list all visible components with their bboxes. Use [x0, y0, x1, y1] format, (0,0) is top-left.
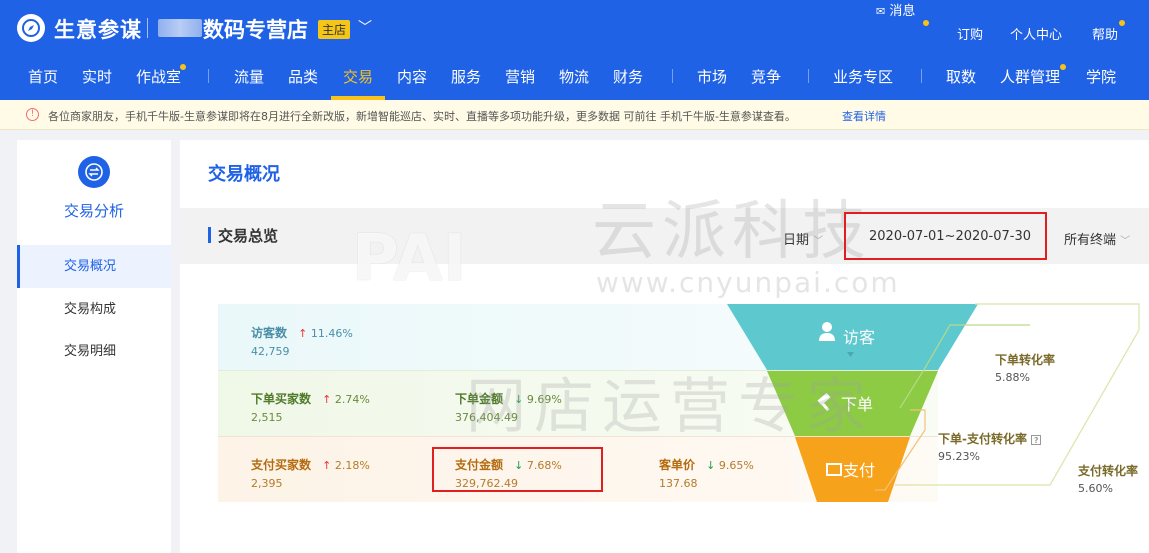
order-pay-conversion-rate: 下单-支付转化率 ? 95.23%	[938, 430, 1042, 463]
help-link[interactable]: 帮助	[1092, 24, 1118, 43]
nav-warroom[interactable]: 作战室	[136, 66, 181, 87]
nav-audience[interactable]: 人群管理	[1000, 66, 1060, 87]
nav-category[interactable]: 品类	[288, 66, 318, 87]
notice-bar: ! 各位商家朋友，手机千牛版-生意参谋即将在8月进行全新改版，新增智能巡店、实时…	[0, 100, 1149, 130]
nav-divider	[672, 69, 673, 83]
date-dropdown[interactable]: 日期 ﹀	[783, 229, 823, 248]
pay-conversion-rate: 支付转化率 5.60%	[1078, 462, 1138, 495]
shop-name-blurred	[158, 19, 202, 37]
nav-divider	[808, 69, 809, 83]
metric-label: 下单买家数	[251, 392, 312, 406]
messages-link[interactable]: ✉ 消息	[876, 0, 915, 19]
metric-pay-buyers[interactable]: 支付买家数 ↑ 2.18% 2,395	[251, 454, 370, 490]
metric-trend: 2.18%	[334, 459, 370, 472]
funnel-label-visit: 访客	[843, 328, 875, 347]
nav-traffic[interactable]: 流量	[234, 66, 264, 87]
metric-trend: 9.69%	[526, 393, 562, 406]
rate-value: 95.23%	[938, 450, 980, 463]
exchange-icon	[78, 156, 110, 188]
metric-order-buyers[interactable]: 下单买家数 ↑ 2.74% 2,515	[251, 388, 370, 424]
warning-icon: !	[26, 108, 39, 121]
nav-home[interactable]: 首页	[28, 66, 58, 87]
rate-value: 5.60%	[1078, 482, 1113, 495]
order-conversion-rate: 下单转化率 5.88%	[995, 351, 1055, 384]
rate-label: 下单-支付转化率	[938, 432, 1027, 446]
nav-content[interactable]: 内容	[397, 66, 427, 87]
arrow-down-icon: ↓	[514, 393, 524, 406]
notification-dot	[180, 64, 186, 70]
terminal-label: 所有终端	[1064, 233, 1117, 248]
metric-label: 客单价	[659, 458, 696, 472]
metric-value: 376,404.49	[455, 411, 518, 424]
section-title: 交易总览	[218, 227, 279, 245]
notification-dot	[1119, 20, 1125, 26]
metric-label: 下单金额	[455, 392, 504, 406]
sidebar-item-details[interactable]: 交易明细	[17, 330, 171, 373]
notice-text: 各位商家朋友，手机千牛版-生意参谋即将在8月进行全新改版，新增智能巡店、实时、直…	[48, 110, 796, 123]
profile-link[interactable]: 个人中心	[1010, 24, 1062, 43]
chevron-down-icon: ﹀	[1120, 236, 1131, 247]
metric-value: 42,759	[251, 345, 290, 358]
compass-icon[interactable]	[17, 14, 45, 42]
date-label: 日期	[783, 233, 810, 248]
nav-data-fetch[interactable]: 取数	[946, 66, 976, 87]
funnel-label-order: 下单	[841, 395, 873, 414]
sidebar-item-composition[interactable]: 交易构成	[17, 288, 171, 331]
rate-value: 5.88%	[995, 371, 1030, 384]
main-panel: 交易概况 交易总览 日期 ﹀ 2020-07-01~2020-07-30 所有终…	[180, 140, 1149, 553]
funnel-label-pay: 支付	[843, 461, 875, 480]
highlight-date-range	[844, 212, 1047, 260]
shop-badge: 主店	[318, 20, 351, 39]
metric-value: 2,515	[251, 411, 283, 424]
nav-logistics[interactable]: 物流	[559, 66, 589, 87]
metric-trend: 11.46%	[310, 327, 353, 340]
metric-order-amount[interactable]: 下单金额 ↓ 9.69% 376,404.49	[455, 388, 562, 424]
nav-finance[interactable]: 财务	[613, 66, 643, 87]
metric-label: 访客数	[251, 326, 288, 340]
sidebar-item-overview[interactable]: 交易概况	[17, 245, 171, 288]
sidebar-title: 交易分析	[63, 202, 124, 220]
nav-divider	[208, 69, 209, 83]
top-bar: 生意参谋 数码专营店 主店 ﹀ ✉ 消息 订购 个人中心 帮助 首页 实时 作战…	[0, 0, 1149, 100]
chevron-down-icon: ﹀	[813, 236, 824, 247]
nav-trade[interactable]: 交易	[343, 66, 373, 87]
subscribe-link[interactable]: 订购	[957, 24, 983, 43]
notice-details-link[interactable]: 查看详情	[842, 108, 886, 124]
arrow-up-icon: ↑	[322, 459, 332, 472]
mail-icon: ✉	[876, 5, 886, 18]
rate-label: 支付转化率	[1078, 464, 1139, 478]
nav-realtime[interactable]: 实时	[82, 66, 112, 87]
nav-academy[interactable]: 学院	[1086, 66, 1116, 87]
messages-label: 消息	[889, 4, 916, 19]
nav-competition[interactable]: 竞争	[751, 66, 781, 87]
section-marker	[208, 227, 211, 243]
chevron-down-icon[interactable]: ﹀	[358, 17, 372, 37]
nav-divider	[921, 69, 922, 83]
divider	[147, 18, 148, 38]
arrow-down-icon: ↓	[706, 459, 716, 472]
arrow-up-icon: ↑	[322, 393, 332, 406]
nav-market[interactable]: 市场	[697, 66, 727, 87]
notification-dot	[923, 20, 929, 26]
terminal-dropdown[interactable]: 所有终端 ﹀	[1064, 229, 1130, 248]
notification-dot	[1060, 64, 1066, 70]
sidebar: 交易分析 交易概况 交易构成 交易明细	[17, 140, 171, 553]
nav-marketing[interactable]: 营销	[505, 66, 535, 87]
metric-visitors[interactable]: 访客数 ↑ 11.46% 42,759	[251, 322, 353, 358]
help-icon[interactable]: ?	[1031, 435, 1042, 445]
nav-business-zone[interactable]: 业务专区	[833, 66, 893, 87]
rate-label: 下单转化率	[995, 353, 1056, 367]
metric-label: 支付买家数	[251, 458, 312, 472]
page-title: 交易概况	[208, 164, 280, 185]
arrow-up-icon: ↑	[298, 327, 308, 340]
nav-service[interactable]: 服务	[451, 66, 481, 87]
highlight-pay-amount	[432, 447, 603, 492]
shop-name[interactable]: 数码专营店	[203, 14, 308, 44]
metric-value: 2,395	[251, 477, 283, 490]
brand-name[interactable]: 生意参谋	[54, 14, 142, 44]
metric-trend: 2.74%	[334, 393, 370, 406]
